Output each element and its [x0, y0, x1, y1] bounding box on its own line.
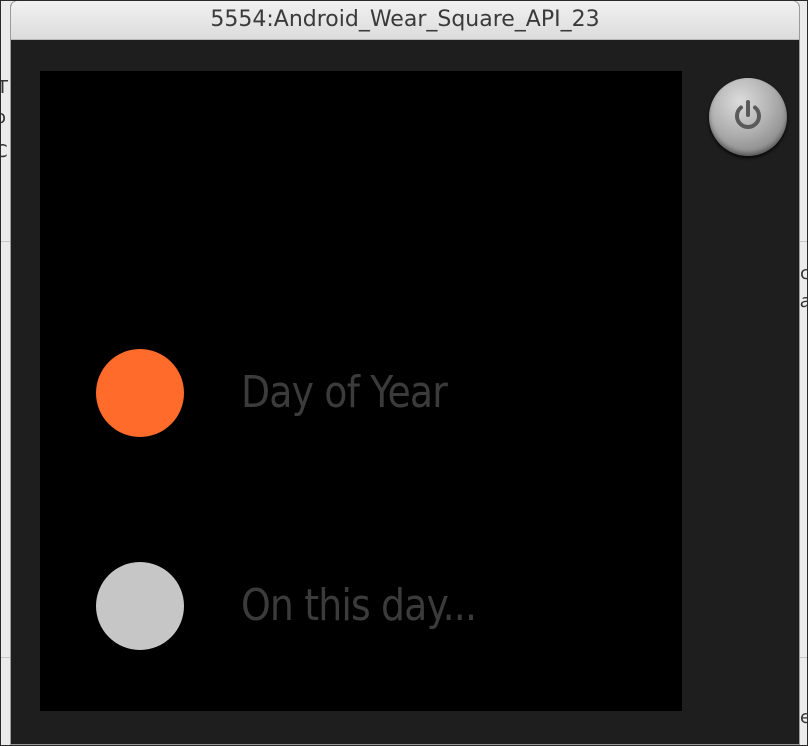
background-text-fragment: C	[1, 141, 8, 162]
list-item-label: Day of Year	[241, 367, 448, 418]
selection-dot	[96, 562, 184, 650]
background-divider	[1, 657, 10, 658]
selection-dot	[96, 349, 184, 437]
window-title: 5554:Android_Wear_Square_API_23	[210, 7, 600, 32]
desktop-frame: T o C c a e 5554:Android_Wear_Square_API…	[0, 0, 808, 746]
background-text-fragment: a	[800, 291, 807, 312]
background-divider	[800, 657, 807, 658]
background-divider	[800, 241, 807, 242]
background-text-fragment: o	[1, 107, 6, 128]
emulator-window: 5554:Android_Wear_Square_API_23 Day of Y…	[10, 1, 800, 745]
power-icon	[735, 100, 761, 129]
background-divider	[1, 241, 10, 242]
list-item-day-of-year[interactable]: Day of Year	[40, 349, 682, 439]
background-text-fragment: c	[800, 263, 807, 284]
power-button[interactable]	[709, 78, 787, 156]
watch-screen[interactable]: Day of Year On this day...	[40, 71, 682, 711]
window-titlebar[interactable]: 5554:Android_Wear_Square_API_23	[11, 1, 799, 40]
background-text-fragment: e	[800, 707, 807, 728]
list-item-label: On this day...	[241, 580, 477, 631]
list-item-on-this-day[interactable]: On this day...	[40, 562, 682, 652]
background-text-fragment: T	[1, 77, 8, 98]
